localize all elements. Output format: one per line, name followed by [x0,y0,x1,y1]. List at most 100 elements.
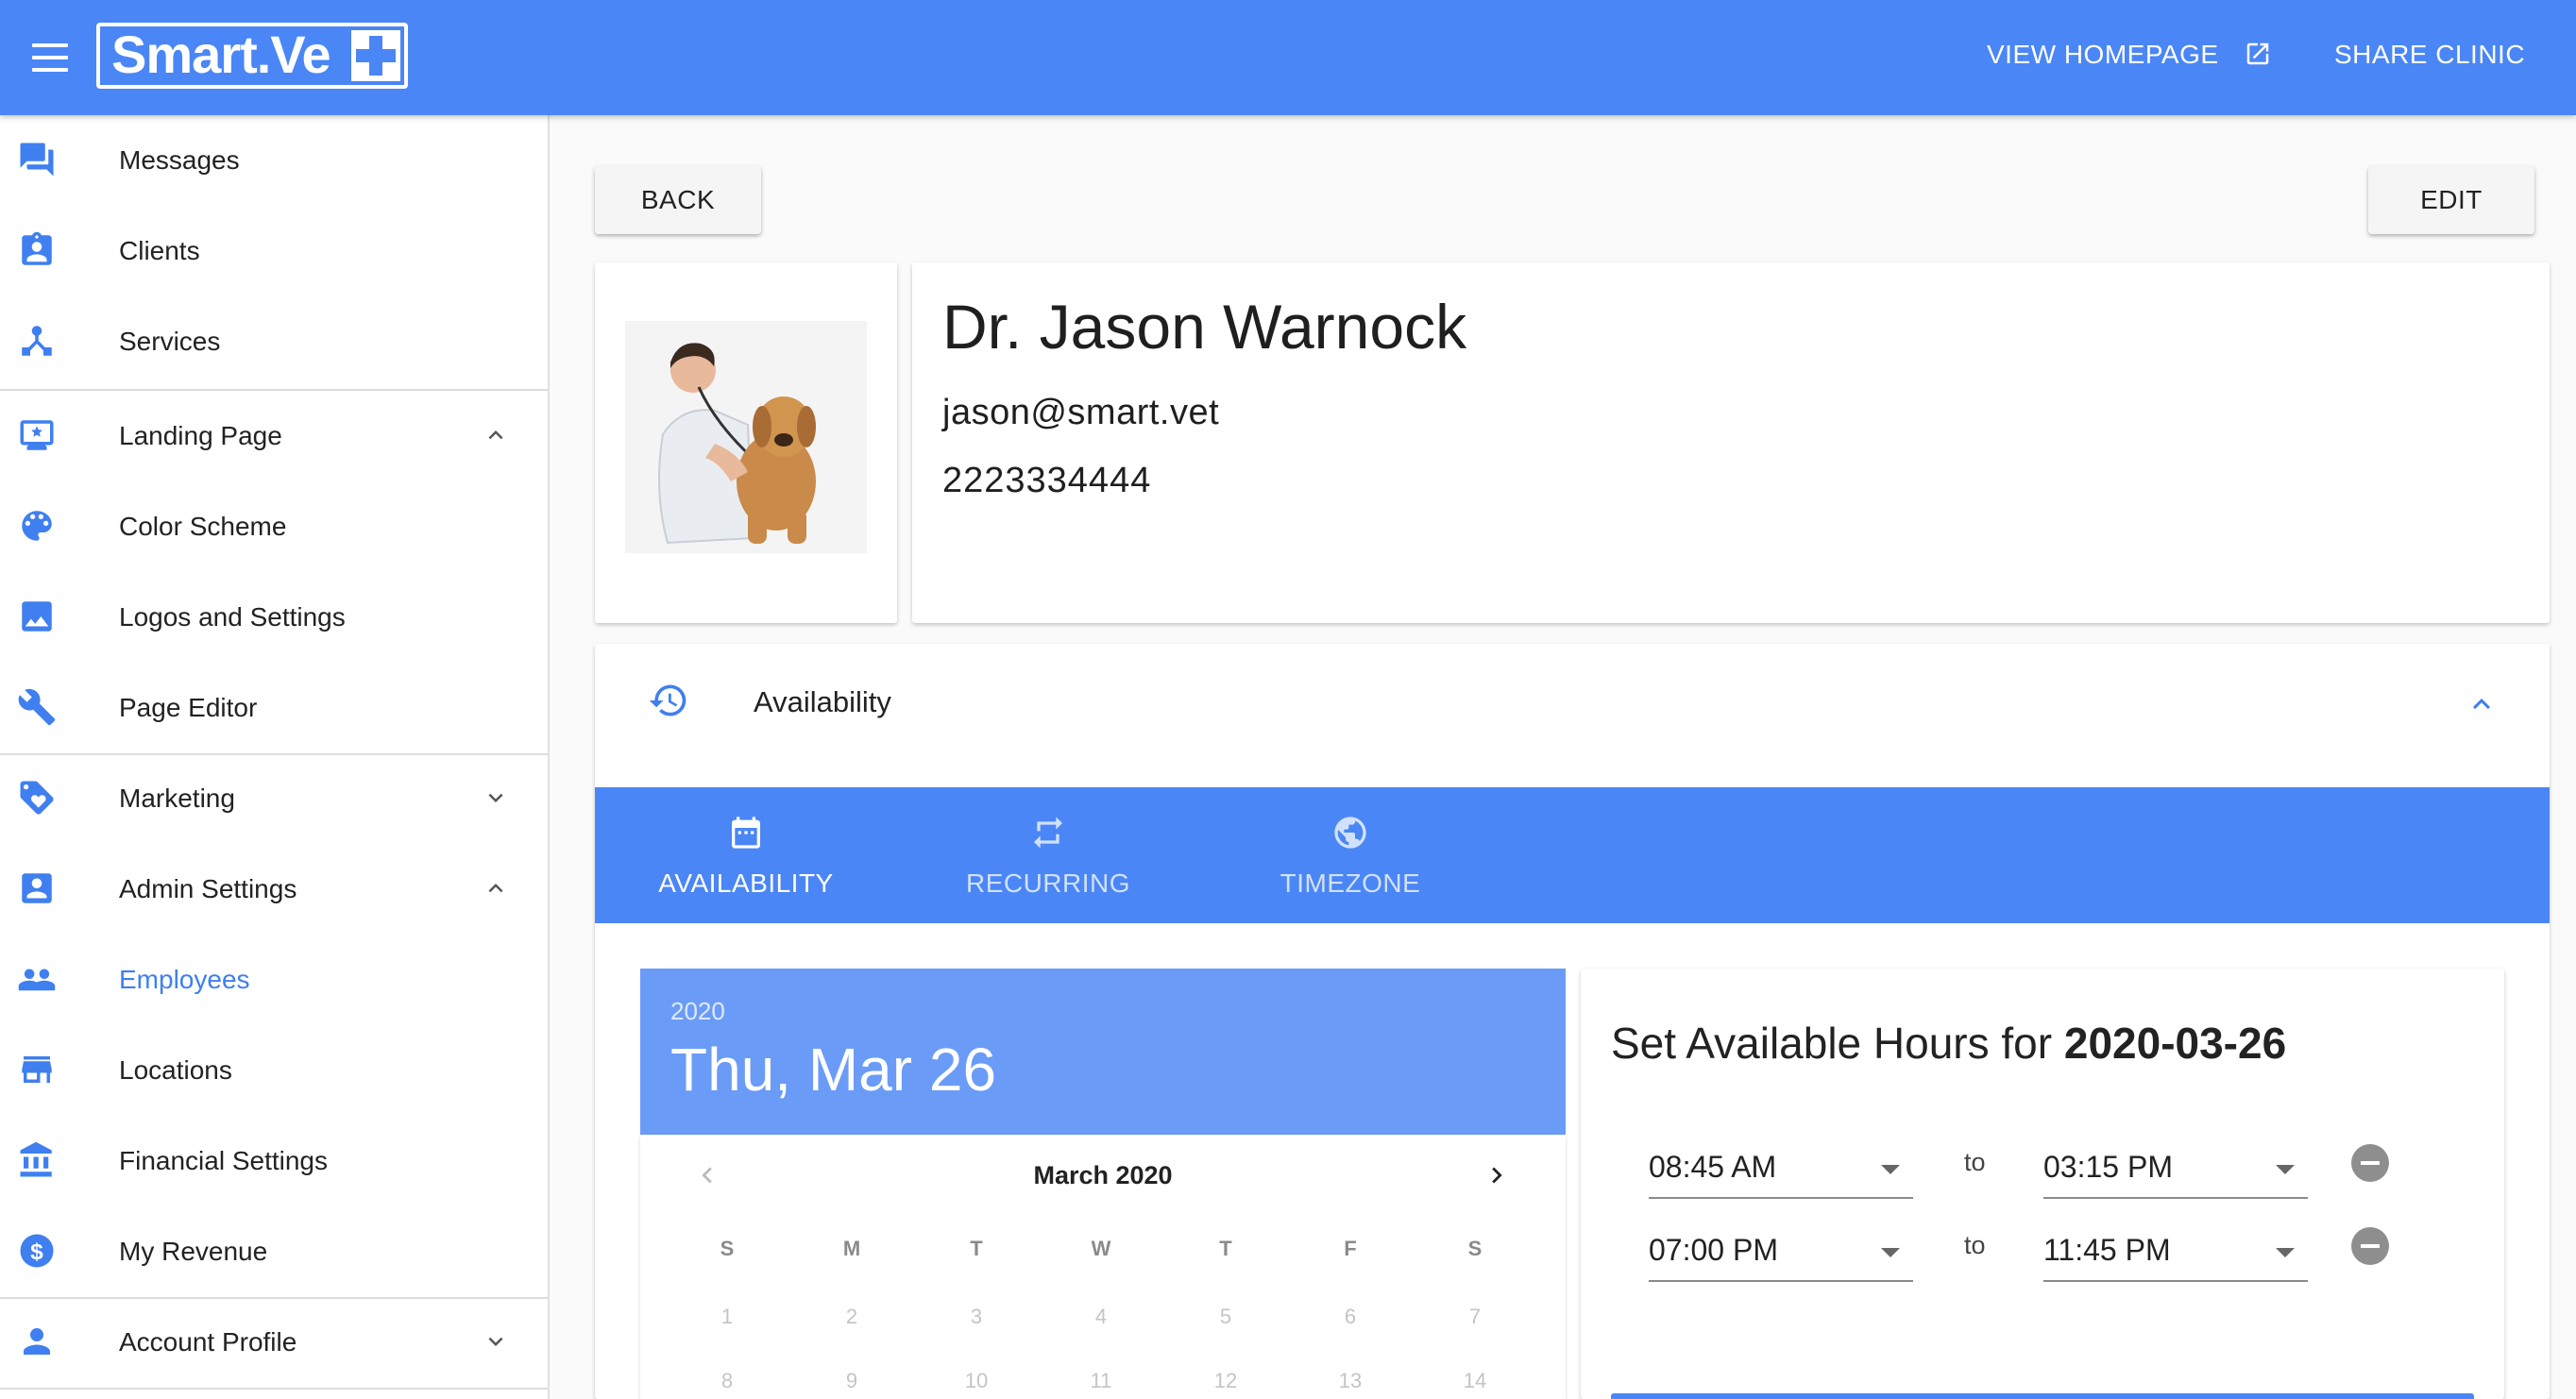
sidebar-item-services[interactable]: Services [0,296,548,387]
logo-plus-icon [351,30,400,81]
calendar-day[interactable]: 5 [1197,1305,1254,1329]
calendar-day[interactable]: 14 [1447,1369,1503,1393]
to-label: to [1964,1231,1986,1259]
sidebar-item-label: Logos and Settings [119,602,346,632]
from-time-value: 08:45 AM [1649,1150,1777,1184]
calendar-selected-date[interactable]: Thu, Mar 26 [670,1035,996,1104]
calendar-day[interactable]: 2 [823,1305,880,1329]
sidebar-item-color-scheme[interactable]: Color Scheme [0,481,548,572]
weekday-label: M [842,1237,861,1260]
view-homepage-link[interactable]: VIEW HOMEPAGE [1987,40,2219,70]
calendar-day[interactable]: 10 [948,1369,1005,1393]
sidebar-item-marketing[interactable]: Marketing [0,753,548,844]
sidebar-item-financial-settings[interactable]: Financial Settings [0,1116,548,1206]
bank-icon [20,1141,52,1177]
from-time-select[interactable]: 07:00 PM [1649,1220,1913,1282]
calendar-day[interactable]: 9 [823,1369,880,1393]
svg-text:$: $ [30,1239,43,1265]
sidebar-item-label: Employees [119,965,250,994]
hours-title-date: 2020-03-26 [2063,1019,2287,1068]
from-time-select[interactable]: 08:45 AM [1649,1137,1913,1199]
weekday-label: T [1219,1237,1232,1260]
landing-page-icon [20,420,54,450]
image-icon [22,601,52,632]
open-in-new-icon[interactable] [2244,40,2272,68]
sidebar-item-label: Messages [119,145,240,175]
calendar-month-label: March 2020 [1033,1161,1173,1189]
tab-label: AVAILABILITY [658,868,834,898]
back-button[interactable]: BACK [595,166,761,234]
to-label: to [1964,1148,1986,1176]
calendar-day[interactable]: 8 [699,1369,755,1393]
sidebar-item-my-revenue[interactable]: $ My Revenue [0,1206,548,1297]
to-time-value: 03:15 PM [2043,1150,2173,1184]
chevron-up-icon[interactable] [482,421,510,449]
calendar-day[interactable]: 11 [1073,1369,1129,1393]
next-month-icon[interactable] [1481,1159,1513,1191]
sidebar-item-employees[interactable]: Employees [0,935,548,1025]
sidebar-item-label: Account Profile [119,1327,297,1357]
save-hours-button[interactable] [1611,1393,2474,1399]
sidebar-item-admin-settings[interactable]: Admin Settings [0,844,548,935]
tab-recurring[interactable]: RECURRING [925,787,1171,923]
wrench-icon [18,688,56,726]
logo-text: Smart.Ve [111,25,331,84]
sidebar-item-locations[interactable]: Locations [0,1025,548,1116]
tab-timezone[interactable]: TIMEZONE [1228,787,1473,923]
weekday-label: S [720,1237,735,1260]
remove-circle-icon[interactable] [2351,1227,2389,1265]
sidebar-item-label: Clients [119,236,200,265]
sidebar-item-clients[interactable]: Clients [0,206,548,296]
calendar-day[interactable]: 12 [1197,1369,1254,1393]
sidebar-item-label: Color Scheme [119,512,287,541]
tab-label: RECURRING [965,868,1131,898]
sidebar-item-logos-and-settings[interactable]: Logos and Settings [0,572,548,663]
calendar-body: March 2020 S M T W T F S 1 2 3 4 5 6 7 8… [640,1135,1566,1399]
store-icon [22,1056,52,1083]
sidebar-item-messages[interactable]: Messages [0,115,548,206]
menu-icon[interactable] [32,43,68,72]
admin-icon [22,873,52,903]
weekday-label: W [1091,1237,1111,1260]
edit-button[interactable]: EDIT [2368,166,2534,234]
clients-icon [22,231,52,265]
share-clinic-link[interactable]: SHARE CLINIC [2334,40,2525,70]
availability-section-title: Availability [754,685,891,718]
repeat-icon [1034,817,1062,849]
calendar-day[interactable]: 3 [948,1305,1005,1329]
sidebar-item-page-editor[interactable]: Page Editor [0,663,548,753]
collapse-chevron-up-icon[interactable] [2465,687,2499,721]
globe-icon [1334,817,1366,849]
sidebar-item-account-profile[interactable]: Account Profile [0,1297,548,1388]
sidebar-item-label: Landing Page [119,421,282,450]
sidebar-item-label: Admin Settings [119,874,297,903]
calendar-day[interactable]: 4 [1073,1305,1129,1329]
available-hours-card: Set Available Hours for 2020-03-26 08:45… [1581,969,2504,1399]
tab-availability[interactable]: AVAILABILITY [623,787,869,923]
sidebar-item-label: Financial Settings [119,1146,329,1175]
calendar-day[interactable]: 7 [1447,1305,1503,1329]
sidebar: Messages Clients Services Landing Page C… [0,115,550,1399]
calendar-year[interactable]: 2020 [670,997,725,1026]
to-time-select[interactable]: 11:45 PM [2043,1220,2308,1282]
calendar-day[interactable]: 13 [1322,1369,1379,1393]
weekday-label: S [1467,1237,1483,1260]
vet-with-dog-illustration [625,321,867,553]
calendar-day[interactable]: 1 [699,1305,755,1329]
chevron-down-icon[interactable] [482,1327,510,1356]
chevron-down-icon[interactable] [482,784,510,812]
sidebar-item-label: Locations [119,1055,232,1085]
to-time-value: 11:45 PM [2043,1233,2171,1267]
to-time-select[interactable]: 03:15 PM [2043,1137,2308,1199]
smartvet-logo[interactable]: Smart.Ve [96,23,408,89]
tab-label: TIMEZONE [1280,868,1421,898]
calendar-icon [732,817,760,849]
history-icon [649,684,686,716]
remove-circle-icon[interactable] [2351,1144,2389,1182]
calendar-day[interactable]: 6 [1322,1305,1379,1329]
sidebar-item-landing-page[interactable]: Landing Page [0,391,548,481]
services-icon [22,326,52,356]
from-time-value: 07:00 PM [1649,1233,1778,1267]
chevron-up-icon[interactable] [482,874,510,902]
hours-title-prefix: Set Available Hours for [1611,1019,2064,1068]
